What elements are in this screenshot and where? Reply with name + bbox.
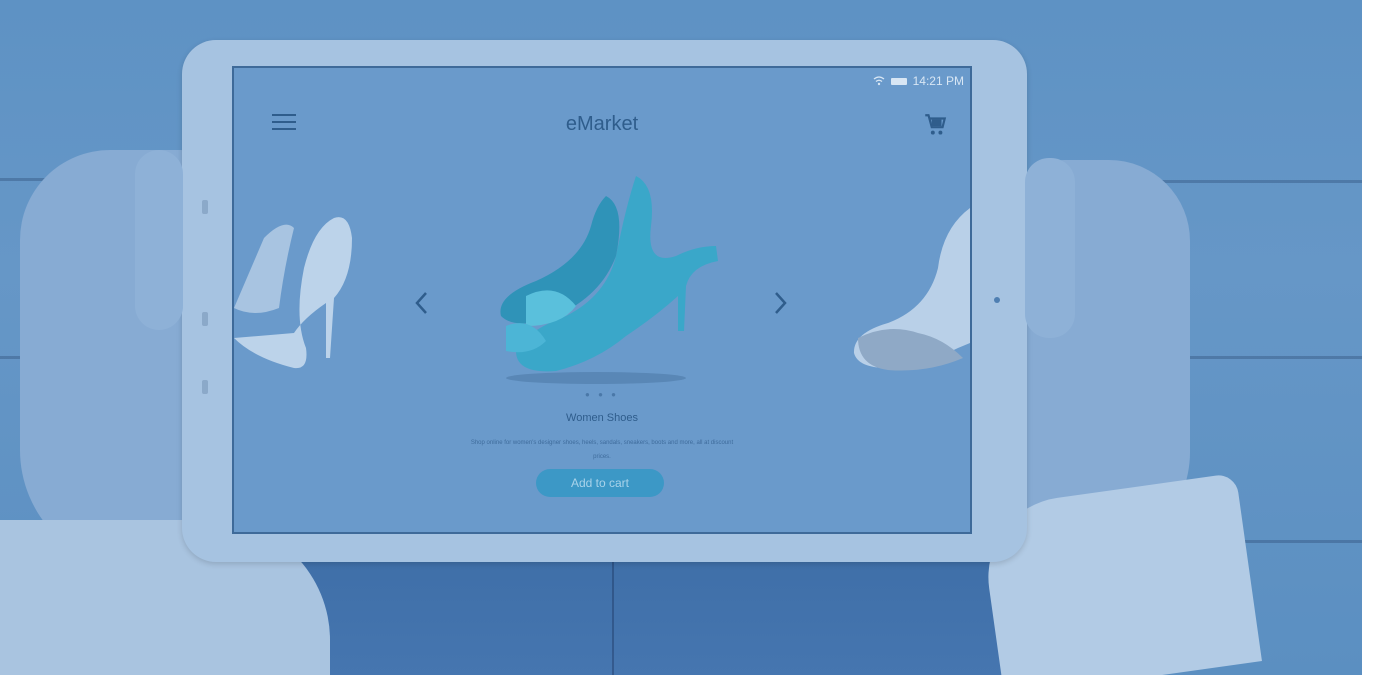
camera-icon <box>994 297 1000 303</box>
jeans-seam <box>612 560 614 675</box>
carousel-indicator[interactable]: ● ● ● <box>234 390 970 399</box>
tablet-side-button <box>202 380 208 394</box>
jeans <box>230 560 1020 675</box>
app-title: eMarket <box>565 113 639 135</box>
product-description: Shop online for women's designer shoes, … <box>470 440 734 460</box>
background-photo: 14:21 PM eMarket ● ● ● Women Shoes Shop … <box>0 0 1362 675</box>
left-thumb <box>135 150 183 330</box>
product-image-main[interactable] <box>486 166 726 391</box>
tablet-side-button <box>202 200 208 214</box>
wifi-icon <box>873 76 885 86</box>
status-bar: 14:21 PM <box>873 74 964 88</box>
product-image-next[interactable] <box>848 208 970 378</box>
chevron-right-icon[interactable] <box>768 288 792 318</box>
add-to-cart-button[interactable]: Add to cart <box>536 469 664 497</box>
tablet-screen: 14:21 PM eMarket ● ● ● Women Shoes Shop … <box>232 66 972 534</box>
right-thumb <box>1025 158 1075 338</box>
status-time: 14:21 PM <box>912 74 964 88</box>
chevron-left-icon[interactable] <box>410 288 434 318</box>
product-image-prev[interactable] <box>234 208 354 378</box>
wood-plank-line <box>1160 356 1362 359</box>
product-title: Women Shoes <box>566 412 638 424</box>
tablet-side-button <box>202 312 208 326</box>
shopping-cart-icon[interactable] <box>922 112 948 138</box>
battery-icon <box>890 77 907 85</box>
